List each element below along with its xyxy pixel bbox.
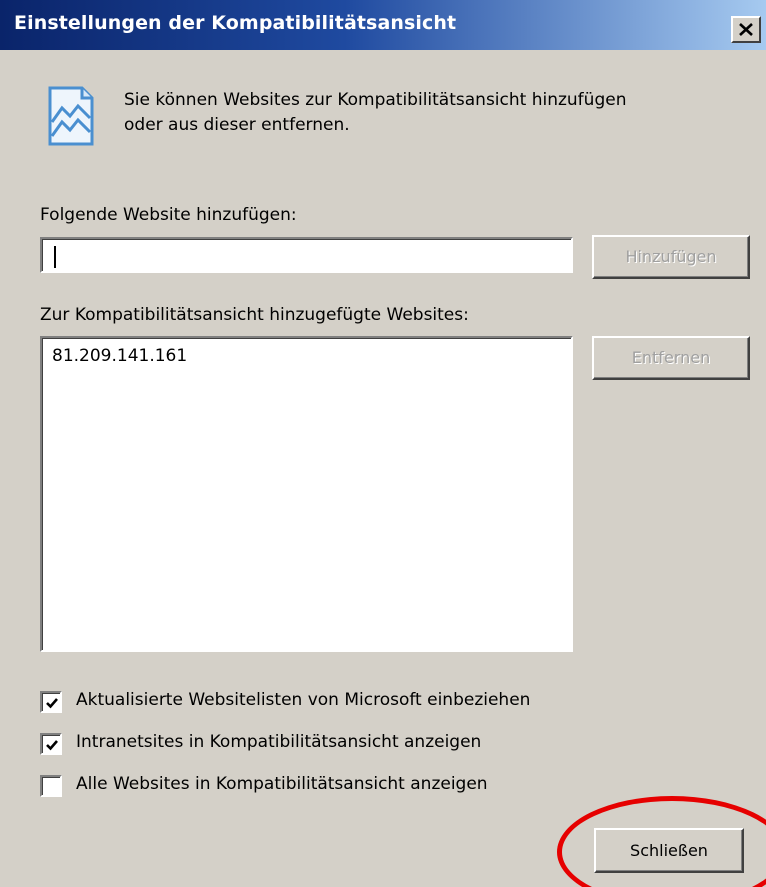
- checkmark-icon: [46, 740, 58, 751]
- close-icon: [739, 23, 753, 36]
- site-list-label: Zur Kompatibilitätsansicht hinzugefügte …: [40, 305, 469, 325]
- checkmark-icon: [46, 698, 58, 709]
- microsoft-lists-label: Aktualisierte Websitelisten von Microsof…: [76, 690, 531, 710]
- title-close-button[interactable]: [731, 16, 761, 43]
- intro-text: Sie können Websites zur Kompatibilitätsa…: [124, 88, 724, 138]
- intranet-sites-checkbox[interactable]: [40, 733, 62, 755]
- add-site-label: Folgende Website hinzufügen:: [40, 205, 297, 225]
- website-listbox[interactable]: 81.209.141.161: [40, 336, 573, 652]
- website-input[interactable]: [40, 237, 573, 273]
- intro-line-1: Sie können Websites zur Kompatibilitätsa…: [124, 90, 627, 110]
- text-caret: [54, 246, 56, 268]
- compatibility-view-dialog: Einstellungen der Kompatibilitätsansicht…: [0, 0, 766, 887]
- list-item[interactable]: 81.209.141.161: [52, 346, 187, 366]
- title-bar[interactable]: Einstellungen der Kompatibilitätsansicht: [0, 0, 766, 50]
- window-title: Einstellungen der Kompatibilitätsansicht: [14, 12, 457, 34]
- all-websites-checkbox[interactable]: [40, 775, 62, 797]
- compatibility-view-icon: [48, 86, 94, 146]
- close-button[interactable]: Schließen: [594, 828, 744, 873]
- all-websites-label: Alle Websites in Kompatibilitätsansicht …: [76, 774, 488, 794]
- intro-line-2: oder aus dieser entfernen.: [124, 115, 350, 135]
- microsoft-lists-checkbox[interactable]: [40, 691, 62, 713]
- intranet-sites-label: Intranetsites in Kompatibilitätsansicht …: [76, 732, 482, 752]
- remove-button[interactable]: Entfernen: [592, 336, 750, 380]
- add-button[interactable]: Hinzufügen: [592, 235, 750, 279]
